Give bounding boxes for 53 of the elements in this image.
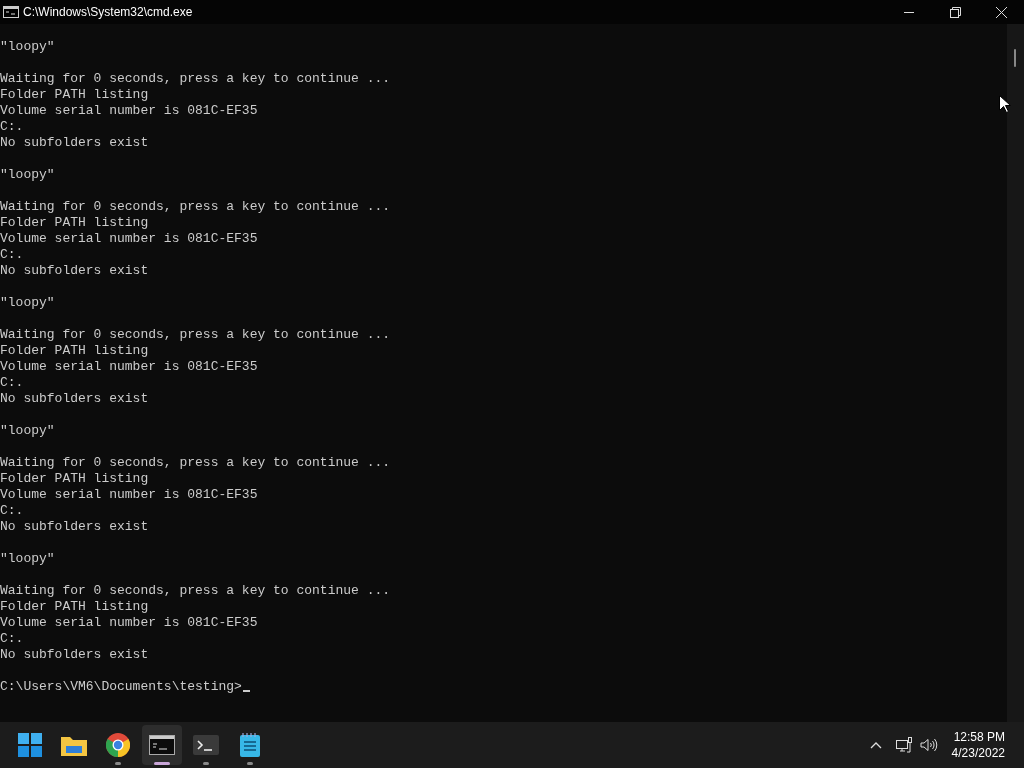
folder-icon [61, 734, 87, 756]
console-line: Folder PATH listing [0, 87, 149, 103]
close-icon [995, 6, 1007, 18]
console-line: C:. [0, 631, 24, 647]
console-line: No subfolders exist [0, 391, 149, 407]
console-line: C:. [0, 119, 24, 135]
minimize-icon [904, 11, 914, 13]
console-line: Waiting for 0 seconds, press a key to continue ... [0, 199, 391, 215]
console-line: Volume serial number is 081C-EF35 [0, 615, 258, 631]
console-icon [149, 735, 175, 755]
console-line: Waiting for 0 seconds, press a key to continue ... [0, 455, 391, 471]
console-line: Waiting for 0 seconds, press a key to continue ... [0, 327, 391, 343]
network-icon[interactable] [895, 737, 912, 753]
console-line: No subfolders exist [0, 135, 149, 151]
browser-icon [106, 733, 130, 757]
clock[interactable]: 12:58 PM 4/23/2022 [951, 729, 1005, 761]
clock-time: 12:58 PM [953, 729, 1005, 745]
scrollbar-thumb[interactable] [1014, 49, 1016, 67]
console-line: Waiting for 0 seconds, press a key to continue ... [0, 71, 391, 87]
taskbar-app[interactable] [142, 725, 182, 765]
console-line: No subfolders exist [0, 519, 149, 535]
console-line: Folder PATH listing [0, 471, 149, 487]
console-line: C:. [0, 375, 24, 391]
console-line: Folder PATH listing [0, 599, 149, 615]
console-line: "loopy" [0, 423, 55, 439]
command-prompt: C:\Users\VM6\Documents\testing> [0, 679, 242, 695]
windows-logo-icon [18, 733, 42, 757]
terminal-icon [193, 735, 219, 755]
notepad-icon [240, 733, 260, 757]
restore-icon [949, 6, 961, 18]
console-line: Folder PATH listing [0, 215, 149, 231]
pointer-icon [999, 95, 1011, 113]
console-line: No subfolders exist [0, 263, 149, 279]
console-line: Waiting for 0 seconds, press a key to continue ... [0, 583, 391, 599]
text-cursor [242, 690, 250, 692]
console-icon [3, 6, 19, 18]
window-title: C:\Windows\System32\cmd.exe [23, 4, 193, 21]
console-line: Volume serial number is 081C-EF35 [0, 487, 258, 503]
console-line: "loopy" [0, 295, 55, 311]
clock-date: 4/23/2022 [951, 745, 1005, 761]
volume-icon[interactable] [919, 738, 938, 752]
console-line: C:. [0, 503, 24, 519]
scrollbar[interactable] [1007, 24, 1024, 722]
console-line: "loopy" [0, 167, 55, 183]
console-line: No subfolders exist [0, 647, 149, 663]
console-line: "loopy" [0, 551, 55, 567]
console-line: "loopy" [0, 39, 55, 55]
console-line: Folder PATH listing [0, 343, 149, 359]
console-line: Volume serial number is 081C-EF35 [0, 359, 258, 375]
chevron-up-icon[interactable] [869, 741, 882, 749]
console-line: Volume serial number is 081C-EF35 [0, 103, 258, 119]
console-line: Volume serial number is 081C-EF35 [0, 231, 258, 247]
console-line: C:. [0, 247, 24, 263]
